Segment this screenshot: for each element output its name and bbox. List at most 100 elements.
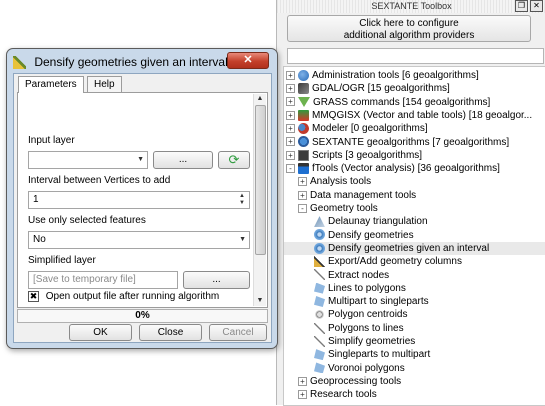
close-icon[interactable]: ✕ — [227, 52, 269, 69]
tree-item[interactable]: + Research tools — [298, 388, 377, 401]
tree-item[interactable]: + Administration tools [6 geoalgorithms] — [286, 69, 479, 82]
expand-icon[interactable]: + — [298, 190, 307, 200]
scroll-down-icon[interactable]: ▼ — [254, 296, 266, 306]
float-panel-button[interactable]: ❐ — [515, 0, 528, 12]
centroids-icon — [314, 309, 325, 321]
close-button[interactable]: Close — [139, 324, 202, 341]
tab-help[interactable]: Help — [87, 76, 122, 92]
tree-item[interactable]: Lines to polygons — [314, 282, 406, 295]
gdal-icon — [298, 83, 309, 95]
tree-item[interactable]: Export/Add geometry columns — [314, 255, 462, 268]
tree-item[interactable]: Simplify geometries — [314, 335, 415, 348]
mmqgis-icon — [298, 109, 309, 121]
expand-icon[interactable]: + — [286, 97, 295, 107]
tree-item[interactable]: + Scripts [3 geoalgorithms] — [286, 149, 422, 162]
tree-item-label: Export/Add geometry columns — [328, 256, 462, 268]
tree-item-label: Administration tools [6 geoalgorithms] — [312, 70, 479, 81]
tree-item[interactable]: Delaunay triangulation — [314, 215, 428, 228]
tree-item-label: Densify geometries — [328, 229, 414, 241]
ok-button[interactable]: OK — [69, 324, 132, 341]
tree-item-label: Scripts [3 geoalgorithms] — [312, 149, 423, 161]
configure-providers-button[interactable]: Click here to configure additional algor… — [287, 15, 531, 42]
sextante-icon — [298, 136, 309, 148]
tree-item[interactable]: Polygon centroids — [314, 308, 408, 321]
tree-item[interactable]: Densify geometries given an interval — [284, 241, 545, 255]
tree-item[interactable]: Multipart to singleparts — [314, 295, 429, 308]
collapse-icon[interactable]: - — [286, 163, 295, 173]
tree-item-label: Densify geometries given an interval — [328, 242, 490, 254]
ftools-tool-icon — [13, 56, 26, 70]
selected-only-label: Use only selected features — [28, 215, 146, 226]
tree-item[interactable]: - fTools (Vector analysis) [36 geoalgorit… — [286, 162, 500, 175]
tree-item-label: GDAL/OGR [15 geoalgorithms] — [312, 83, 450, 95]
sextante-toolbox-panel: SEXTANTE Toolbox ❐ ✕ Click here to confi… — [276, 0, 545, 406]
scroll-thumb[interactable] — [255, 105, 266, 255]
tree-item-label: Data management tools — [310, 189, 417, 201]
tree-item-label: Research tools — [310, 389, 377, 401]
toolbox-title: SEXTANTE Toolbox — [371, 1, 452, 11]
interval-spinbox[interactable]: 1 ▲ ▼ — [28, 191, 250, 209]
tree-item[interactable]: Extract nodes — [314, 269, 389, 282]
tree-item-label: Lines to polygons — [328, 282, 406, 294]
output-file-field[interactable]: [Save to temporary file] — [28, 271, 178, 289]
expand-icon[interactable]: + — [286, 84, 295, 94]
tree-item-label: Delaunay triangulation — [328, 216, 428, 228]
toolbox-titlebar[interactable]: SEXTANTE Toolbox ❐ ✕ — [277, 0, 545, 13]
tree-item[interactable]: + Data management tools — [298, 189, 416, 202]
lines-to-polygons-icon — [314, 282, 325, 294]
tree-item[interactable]: + Geoprocessing tools — [298, 375, 401, 388]
gear-icon — [314, 229, 325, 241]
selected-only-select[interactable]: No — [28, 231, 250, 249]
parameters-pane: Input layer ... ⟳ Interval between Verti… — [17, 92, 268, 308]
tree-item[interactable]: Polygons to lines — [314, 322, 404, 335]
interval-label: Interval between Vertices to add — [28, 175, 171, 186]
tree-item-label: Singleparts to multipart — [328, 349, 431, 361]
delaunay-icon — [314, 216, 325, 228]
progress-bar: 0% — [17, 309, 268, 323]
grass-icon — [298, 96, 310, 107]
refresh-layers-icon[interactable]: ⟳ — [218, 151, 250, 169]
dialog-title: Densify geometries given an interval — [34, 55, 228, 69]
tree-item[interactable]: - Geometry tools — [298, 202, 378, 215]
close-panel-button[interactable]: ✕ — [530, 0, 543, 12]
spin-arrows-icon[interactable]: ▲ ▼ — [238, 193, 246, 207]
toolbox-search-input[interactable] — [287, 48, 544, 64]
expand-icon[interactable]: + — [298, 177, 307, 187]
tab-parameters[interactable]: Parameters — [18, 76, 84, 93]
algorithm-dialog: Densify geometries given an interval ✕ P… — [6, 48, 278, 349]
expand-icon[interactable]: + — [286, 137, 295, 147]
checkbox-checked-icon[interactable]: ✖ — [28, 291, 39, 302]
expand-icon[interactable]: + — [286, 110, 295, 120]
algorithm-tree: + Administration tools [6 geoalgorithms] +… — [283, 66, 545, 406]
voronoi-icon — [314, 362, 325, 374]
tree-item-label: Voronoi polygons — [328, 362, 405, 374]
tree-item[interactable]: + GDAL/OGR [15 geoalgorithms] — [286, 82, 450, 95]
open-output-checkbox[interactable]: ✖ Open output file after running algorit… — [28, 291, 219, 302]
tree-item[interactable]: Singleparts to multipart — [314, 348, 430, 361]
input-layer-select[interactable] — [28, 151, 148, 169]
expand-icon[interactable]: + — [298, 376, 307, 386]
expand-icon[interactable]: + — [286, 150, 295, 160]
scroll-up-icon[interactable]: ▲ — [254, 94, 266, 104]
dialog-titlebar[interactable]: Densify geometries given an interval — [13, 51, 228, 73]
tree-item[interactable]: + SEXTANTE geoalgorithms [7 geoalgorithms… — [286, 136, 509, 149]
collapse-icon[interactable]: - — [298, 203, 307, 213]
simplified-layer-label: Simplified layer — [28, 255, 96, 266]
multipart-icon — [314, 295, 325, 307]
output-browse-button[interactable]: ... — [183, 271, 250, 289]
expand-icon[interactable]: + — [286, 70, 295, 80]
dialog-body: Parameters Help Input layer ... ⟳ Interv… — [13, 73, 272, 343]
input-layer-browse-button[interactable]: ... — [153, 151, 213, 169]
tree-item[interactable]: + Analysis tools — [298, 175, 371, 188]
tree-item[interactable]: Voronoi polygons — [314, 362, 405, 375]
tree-item[interactable]: + MMQGISX (Vector and table tools) [18 ge… — [286, 109, 532, 122]
parameters-scrollbar[interactable]: ▲ ▼ — [253, 94, 266, 306]
tree-item[interactable]: Densify geometries — [314, 229, 414, 242]
tree-item[interactable]: + GRASS commands [154 geoalgorithms] — [286, 96, 490, 109]
progress-text: 0% — [135, 310, 150, 321]
tree-item[interactable]: + Modeler [0 geoalgorithms] — [286, 122, 428, 135]
expand-icon[interactable]: + — [298, 390, 307, 400]
cancel-button[interactable]: Cancel — [209, 324, 267, 341]
interval-value: 1 — [33, 194, 39, 205]
expand-icon[interactable]: + — [286, 124, 295, 134]
